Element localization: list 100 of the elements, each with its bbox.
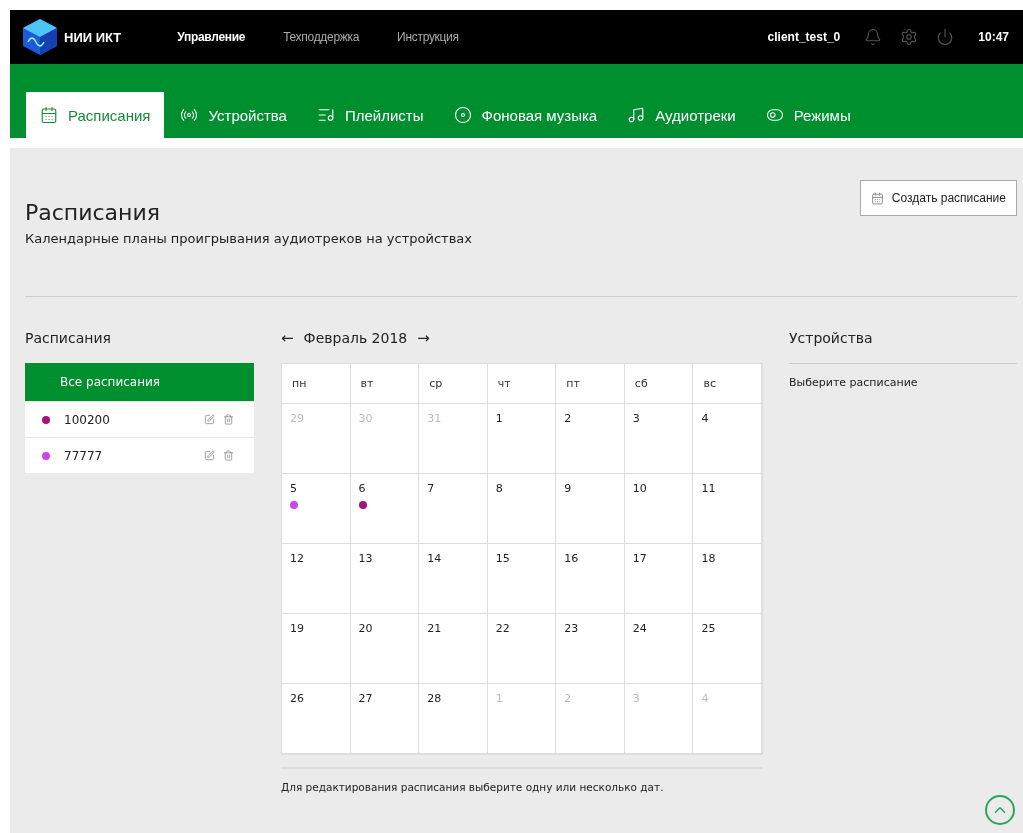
section-tab[interactable]: Плейлисты — [302, 92, 438, 138]
nav-link[interactable]: Техподдержка — [283, 30, 360, 44]
weekday-header: сб — [624, 364, 694, 404]
power-icon[interactable] — [936, 28, 955, 46]
page-title: Расписания — [25, 200, 162, 225]
day-cell[interactable]: 11 — [693, 474, 762, 544]
day-cell[interactable]: 12 — [282, 544, 351, 614]
day-cell[interactable]: 1 — [487, 404, 557, 474]
day-cell[interactable]: 13 — [350, 544, 420, 614]
weekday-header: пн — [282, 364, 351, 404]
day-number: 8 — [495, 482, 503, 495]
clock-time: 10:47 — [978, 30, 1009, 44]
day-number: 23 — [564, 622, 579, 635]
day-cell[interactable]: 27 — [350, 684, 420, 754]
day-cell[interactable]: 19 — [282, 614, 351, 684]
day-cell[interactable]: 14 — [419, 544, 488, 614]
create-schedule-button[interactable]: Создать расписание — [859, 180, 1017, 216]
nav-link[interactable]: Инструкция — [397, 30, 459, 44]
trash-icon[interactable] — [223, 450, 234, 461]
day-cell[interactable]: 5 — [282, 474, 351, 544]
logo-text: НИИ ИКТ — [64, 29, 122, 45]
section-title: Устройства — [789, 329, 874, 348]
page-subtitle: Календарные планы проигрывания аудиотреков на устройствах — [25, 231, 472, 246]
scroll-up-button[interactable] — [985, 795, 1015, 825]
day-cell[interactable]: 18 — [693, 544, 762, 614]
notifications-icon[interactable] — [864, 28, 883, 46]
day-cell[interactable]: 24 — [624, 614, 694, 684]
weekday-header: чт — [487, 364, 557, 404]
day-number: 20 — [358, 622, 373, 635]
day-number: 13 — [358, 552, 373, 565]
nav-link[interactable]: Управление — [177, 30, 246, 44]
day-number: 3 — [632, 692, 640, 705]
day-number: 21 — [427, 622, 442, 635]
day-number: 11 — [701, 482, 716, 495]
toggle-icon — [765, 106, 784, 124]
day-cell[interactable]: 28 — [419, 684, 488, 754]
radio-icon — [180, 106, 199, 124]
day-number: 5 — [290, 482, 297, 495]
all-schedules-item[interactable]: Все расписания — [25, 363, 254, 401]
day-cell[interactable]: 16 — [556, 544, 625, 614]
day-cell[interactable]: 6 — [350, 474, 420, 544]
section-tab[interactable]: Аудиотреки — [613, 92, 750, 138]
day-number: 15 — [495, 552, 510, 565]
section-tab[interactable]: Фоновая музыка — [439, 92, 612, 138]
day-number: 26 — [290, 692, 304, 705]
section-tab[interactable]: Расписания — [26, 92, 165, 138]
cube-logo-icon — [22, 18, 58, 56]
playlist-icon — [316, 106, 335, 124]
day-cell[interactable]: 2 — [556, 404, 625, 474]
day-cell[interactable]: 9 — [556, 474, 625, 544]
day-number: 25 — [701, 622, 716, 635]
settings-icon[interactable] — [900, 28, 919, 46]
day-number: 29 — [290, 412, 304, 425]
day-cell[interactable]: 7 — [419, 474, 488, 544]
day-number: 18 — [701, 552, 716, 565]
section-tab[interactable]: Устройства — [166, 92, 301, 138]
edit-icon[interactable] — [204, 414, 215, 425]
day-cell[interactable]: 4 — [693, 404, 762, 474]
day-cell[interactable]: 21 — [419, 614, 488, 684]
day-cell[interactable]: 10 — [624, 474, 694, 544]
day-number: 4 — [701, 412, 709, 425]
weekday-header: ср — [419, 364, 488, 404]
disc-icon — [453, 106, 472, 124]
day-number: 31 — [427, 412, 442, 425]
day-number: 6 — [358, 482, 366, 495]
day-cell[interactable]: 15 — [487, 544, 557, 614]
schedule-item[interactable]: 77777 — [25, 437, 254, 473]
day-number: 17 — [632, 552, 647, 565]
day-cell[interactable]: 26 — [282, 684, 351, 754]
day-number: 4 — [701, 692, 709, 705]
next-month-link[interactable]: → — [417, 329, 430, 347]
day-cell[interactable]: 20 — [350, 614, 420, 684]
day-number: 16 — [564, 552, 579, 565]
weekday-header: вс — [693, 364, 762, 404]
day-number: 9 — [564, 482, 572, 495]
day-number: 14 — [427, 552, 442, 565]
day-number: 2 — [564, 692, 572, 705]
day-cell[interactable]: 23 — [556, 614, 625, 684]
section-tab[interactable]: Режимы — [751, 92, 865, 138]
weekday-header: вт — [350, 364, 420, 404]
day-number: 1 — [495, 412, 503, 425]
schedule-item[interactable]: 100200 — [25, 401, 254, 437]
schedule-name: 77777 — [64, 448, 104, 463]
day-cell[interactable]: 22 — [487, 614, 557, 684]
hint-text: Для редактирования расписания выберите одну или несколько дат. — [281, 767, 763, 793]
day-number: 1 — [495, 692, 503, 705]
section-title: Расписания — [25, 329, 112, 348]
day-number: 28 — [427, 692, 442, 705]
edit-icon[interactable] — [204, 450, 215, 461]
weekday-header: пт — [556, 364, 625, 404]
day-number: 19 — [290, 622, 304, 635]
day-number: 22 — [495, 622, 510, 635]
user-name[interactable]: client_test_0 — [767, 30, 841, 44]
day-cell[interactable]: 8 — [487, 474, 557, 544]
day-cell[interactable]: 3 — [624, 404, 694, 474]
previous-month-link[interactable]: ← — [281, 329, 294, 347]
trash-icon[interactable] — [223, 414, 234, 425]
day-cell[interactable]: 17 — [624, 544, 694, 614]
day-number: 12 — [290, 552, 304, 565]
day-cell[interactable]: 25 — [693, 614, 762, 684]
